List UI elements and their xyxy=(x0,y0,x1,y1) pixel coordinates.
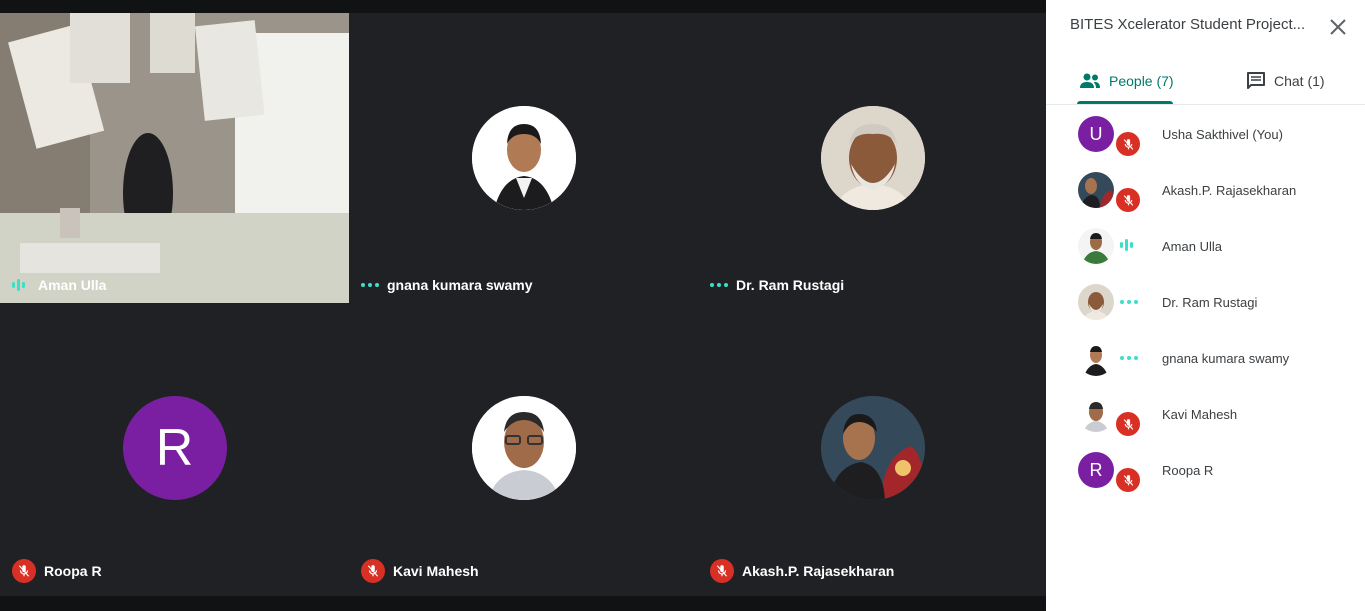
mic-off-icon xyxy=(1114,410,1142,438)
participant-name-tag: Dr. Ram Rustagi xyxy=(710,277,844,293)
participant-name: Aman Ulla xyxy=(1162,238,1222,254)
avatar xyxy=(1078,228,1114,264)
participant-tile-gnana-kumara-swamy[interactable]: gnana kumara swamy xyxy=(349,13,698,303)
active-tab-indicator xyxy=(1077,101,1173,104)
participant-name: Kavi Mahesh xyxy=(393,563,479,579)
avatar: R xyxy=(122,396,227,500)
participant-name-tag: Aman Ulla xyxy=(12,277,106,293)
participant-name: Dr. Ram Rustagi xyxy=(736,277,845,293)
close-icon[interactable] xyxy=(1329,18,1347,36)
avatar xyxy=(1078,284,1114,320)
avatar xyxy=(471,396,576,500)
list-item[interactable]: Akash.P. Rajasekharan xyxy=(1046,162,1365,218)
people-panel: BITES Xcelerator Student Project... Peop… xyxy=(1046,0,1365,611)
avatar xyxy=(1078,172,1114,208)
avatar xyxy=(1078,340,1114,376)
participant-name: Kavi Mahesh xyxy=(1162,406,1238,422)
participant-tile-aman-ulla[interactable]: Aman Ulla xyxy=(0,13,349,303)
participant-name: gnana kumara swamy xyxy=(387,277,533,293)
list-item[interactable]: Kavi Mahesh xyxy=(1046,386,1365,442)
avatar xyxy=(820,396,925,500)
list-item[interactable]: Aman Ulla xyxy=(1046,218,1365,274)
mic-off-icon xyxy=(361,559,385,583)
list-item[interactable]: R Roopa R xyxy=(1046,442,1365,498)
mic-off-icon xyxy=(12,559,36,583)
mic-off-icon xyxy=(1114,466,1142,494)
participant-name: gnana kumara swamy xyxy=(1162,350,1290,366)
list-item[interactable]: Dr. Ram Rustagi xyxy=(1046,274,1365,330)
top-bar xyxy=(0,0,1046,13)
connecting-dots-icon xyxy=(361,283,379,287)
participant-name: Akash.P. Rajasekharan xyxy=(742,563,895,579)
participant-name: Dr. Ram Rustagi xyxy=(1162,294,1258,310)
video-feed xyxy=(0,13,349,303)
avatar: R xyxy=(1078,452,1114,488)
tab-people-label: People (7) xyxy=(1109,73,1174,89)
participant-name-tag: Roopa R xyxy=(12,559,102,583)
bottom-bar xyxy=(0,596,1046,611)
avatar xyxy=(1078,396,1114,432)
mic-off-icon xyxy=(710,559,734,583)
participant-tile-ram-rustagi[interactable]: Dr. Ram Rustagi xyxy=(698,13,1047,303)
speaking-indicator-icon xyxy=(12,278,30,292)
participant-tile-akash-rajasekharan[interactable]: Akash.P. Rajasekharan xyxy=(698,303,1047,593)
connecting-dots-icon xyxy=(1120,356,1138,360)
participant-name: Usha Sakthivel (You) xyxy=(1162,126,1283,142)
participant-name-tag: Akash.P. Rajasekharan xyxy=(710,559,894,583)
speaking-indicator-icon xyxy=(1120,238,1138,252)
participant-name-tag: gnana kumara swamy xyxy=(361,277,533,293)
meeting-title: BITES Xcelerator Student Project... xyxy=(1070,16,1306,33)
avatar xyxy=(820,106,925,210)
tab-chat[interactable]: Chat (1) xyxy=(1246,58,1325,104)
participant-name: Aman Ulla xyxy=(38,277,107,293)
panel-tabs: People (7) Chat (1) xyxy=(1046,58,1365,105)
participant-name: Roopa R xyxy=(1162,462,1214,478)
participant-tile-roopa-r[interactable]: R Roopa R xyxy=(0,303,349,593)
mic-off-icon xyxy=(1114,186,1142,214)
people-icon xyxy=(1080,73,1100,88)
tab-chat-label: Chat (1) xyxy=(1274,73,1325,89)
connecting-dots-icon xyxy=(710,283,728,287)
chat-icon xyxy=(1247,72,1265,89)
mic-off-icon xyxy=(1114,130,1142,158)
people-list: U Usha Sakthivel (You) Akash.P. Rajasekh… xyxy=(1046,106,1365,498)
video-grid: Aman Ulla gnana kumara swamy Dr. Ram Rus… xyxy=(0,13,1047,596)
connecting-dots-icon xyxy=(1120,300,1138,304)
participant-name-tag: Kavi Mahesh xyxy=(361,559,479,583)
tab-people[interactable]: People (7) xyxy=(1079,58,1174,104)
avatar xyxy=(471,106,576,210)
avatar: U xyxy=(1078,116,1114,152)
participant-name: Roopa R xyxy=(44,563,102,579)
list-item[interactable]: U Usha Sakthivel (You) xyxy=(1046,106,1365,162)
list-item[interactable]: gnana kumara swamy xyxy=(1046,330,1365,386)
participant-name: Akash.P. Rajasekharan xyxy=(1162,182,1297,198)
participant-tile-kavi-mahesh[interactable]: Kavi Mahesh xyxy=(349,303,698,593)
